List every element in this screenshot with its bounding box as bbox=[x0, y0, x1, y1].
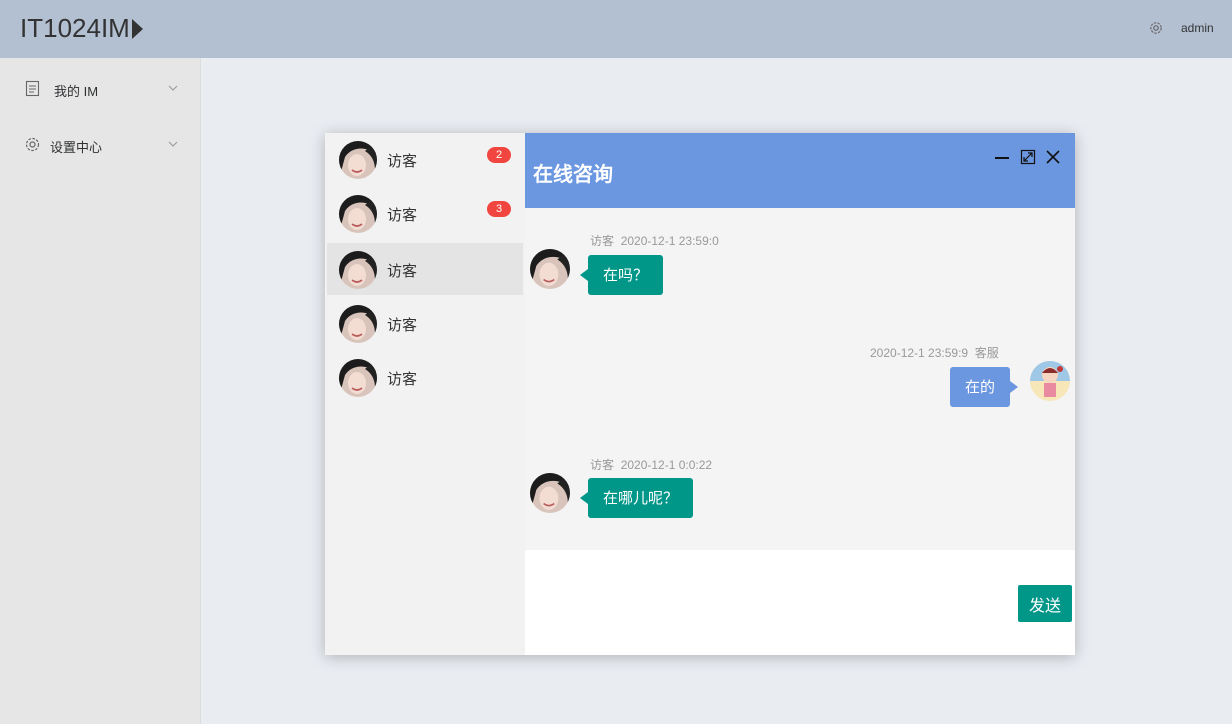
message-bubble: 在哪儿呢？ bbox=[579, 478, 694, 518]
gear-icon[interactable] bbox=[1148, 20, 1164, 36]
contact-name: 访客 bbox=[387, 152, 418, 170]
username-label[interactable]: admin bbox=[1181, 21, 1214, 35]
contact-item[interactable]: 访客 bbox=[327, 351, 523, 403]
chat-title: 在线咨询 bbox=[533, 162, 613, 186]
sidebar-item-my-im[interactable]: 我的 IM bbox=[0, 60, 201, 116]
avatar bbox=[339, 359, 377, 397]
avatar bbox=[339, 195, 377, 233]
avatar bbox=[530, 249, 570, 289]
avatar bbox=[339, 251, 377, 289]
minimize-icon[interactable] bbox=[994, 149, 1010, 165]
avatar bbox=[339, 305, 377, 343]
avatar bbox=[530, 473, 570, 513]
chevron-down-icon bbox=[168, 85, 178, 91]
top-header: IT1024IM admin bbox=[0, 0, 1232, 58]
contact-item[interactable]: 访客 3 bbox=[327, 187, 523, 239]
sidebar-item-settings[interactable]: 设置中心 bbox=[0, 116, 201, 172]
contact-item[interactable]: 访客 2 bbox=[327, 133, 523, 185]
message-time: 2020-12-1 23:59:0 bbox=[620, 234, 719, 248]
message-sender: 客服 bbox=[974, 346, 999, 360]
message-meta: 2020-12-1 23:59:9 客服 bbox=[870, 344, 999, 361]
maximize-icon[interactable] bbox=[1020, 149, 1036, 165]
sidebar-item-label: 我的 IM bbox=[54, 84, 99, 99]
sidebar-item-label: 设置中心 bbox=[50, 140, 103, 155]
contact-item[interactable]: 访客 bbox=[327, 297, 523, 349]
sidebar: 我的 IM 设置中心 bbox=[0, 58, 201, 724]
contact-name: 访客 bbox=[387, 370, 418, 388]
avatar bbox=[1030, 361, 1070, 401]
message-input[interactable]: 发送 bbox=[525, 550, 1075, 655]
message-meta: 访客 2020-12-1 23:59:0 bbox=[590, 232, 719, 249]
contact-name: 访客 bbox=[387, 316, 418, 334]
chat-window: 访客 2 访客 3 访客 访客 访客 在线咨询 访客 2020-12-1 23:… bbox=[325, 133, 1075, 655]
send-button[interactable]: 发送 bbox=[1018, 585, 1072, 622]
gear-icon bbox=[25, 137, 40, 152]
avatar bbox=[339, 141, 377, 179]
document-icon bbox=[25, 80, 40, 97]
contact-name: 访客 bbox=[387, 206, 418, 224]
message-bubble: 在的 bbox=[950, 367, 1019, 407]
close-icon[interactable] bbox=[1045, 149, 1061, 165]
message-sender: 访客 bbox=[590, 458, 615, 472]
contact-list: 访客 2 访客 3 访客 访客 访客 bbox=[325, 133, 525, 655]
chat-panel: 在线咨询 访客 2020-12-1 23:59:0 在吗？ 2020-12-1 … bbox=[525, 133, 1075, 655]
brand-text: IT1024IM bbox=[20, 13, 130, 43]
message-sender: 访客 bbox=[590, 234, 615, 248]
message-time: 2020-12-1 0:0:22 bbox=[620, 458, 713, 472]
chat-header: 在线咨询 bbox=[525, 133, 1075, 208]
message-time: 2020-12-1 23:59:9 bbox=[870, 346, 969, 360]
brand-logo[interactable]: IT1024IM bbox=[20, 13, 143, 44]
unread-badge: 3 bbox=[487, 201, 511, 217]
unread-badge: 2 bbox=[487, 147, 511, 163]
message-meta: 访客 2020-12-1 0:0:22 bbox=[590, 456, 712, 473]
chevron-down-icon bbox=[168, 141, 178, 147]
contact-name: 访客 bbox=[387, 262, 418, 280]
message-area[interactable]: 访客 2020-12-1 23:59:0 在吗？ 2020-12-1 23:59… bbox=[525, 208, 1075, 550]
caret-right-icon bbox=[131, 18, 143, 39]
message-bubble: 在吗？ bbox=[579, 255, 664, 295]
contact-item[interactable]: 访客 bbox=[327, 243, 523, 295]
